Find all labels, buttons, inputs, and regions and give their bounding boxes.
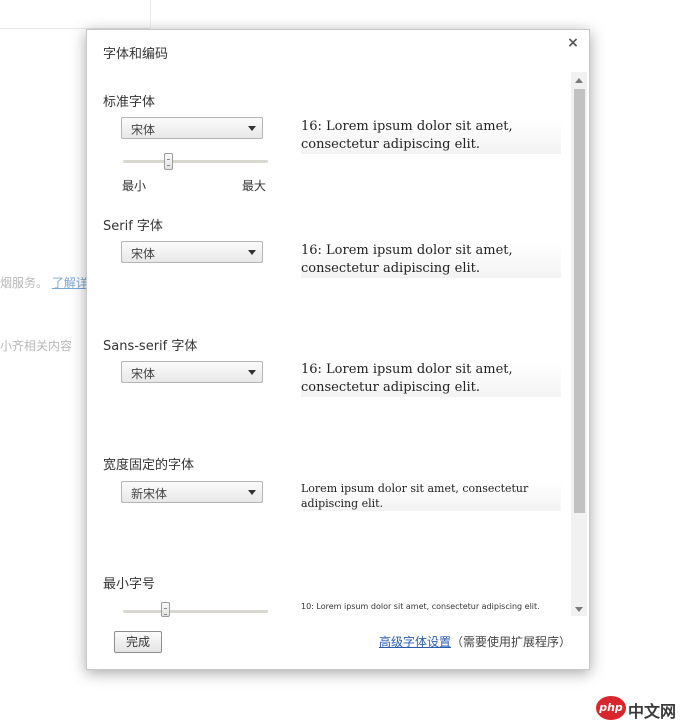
dialog-scrollbar[interactable] xyxy=(571,72,587,616)
font-size-slider[interactable] xyxy=(123,160,268,163)
background-divider-vertical xyxy=(150,0,151,28)
fixed-width-font-select[interactable]: 新宋体 xyxy=(121,481,263,503)
font-size-slider-thumb[interactable] xyxy=(163,153,173,170)
standard-font-value: 宋体 xyxy=(131,123,156,137)
site-watermark: php 中文网 xyxy=(596,696,680,721)
sans-serif-font-preview: 16: Lorem ipsum dolor sit amet, consecte… xyxy=(301,361,561,397)
sans-serif-font-label: Sans-serif 字体 xyxy=(103,339,198,354)
fonts-encoding-dialog: 字体和编码 × 标准字体 宋体 16: Lorem ipsum dolor si… xyxy=(86,29,590,670)
chevron-down-icon xyxy=(248,370,256,375)
background-text-line: 烟服务。 了解详 xyxy=(0,274,88,291)
chevron-down-icon xyxy=(248,250,256,255)
advanced-font-settings-link[interactable]: 高级字体设置 xyxy=(379,635,451,649)
standard-font-label: 标准字体 xyxy=(103,95,156,110)
chevron-down-icon xyxy=(248,490,256,495)
minimum-font-size-label: 最小字号 xyxy=(103,577,156,592)
dialog-title: 字体和编码 xyxy=(103,47,169,62)
serif-font-value: 宋体 xyxy=(131,247,156,261)
serif-font-preview: 16: Lorem ipsum dolor sit amet, consecte… xyxy=(301,242,561,278)
serif-font-select[interactable]: 宋体 xyxy=(121,241,263,263)
fixed-width-font-value: 新宋体 xyxy=(131,487,168,501)
done-button[interactable]: 完成 xyxy=(114,631,162,653)
background-learn-more-link: 了解详 xyxy=(51,276,88,290)
chevron-down-icon xyxy=(248,126,256,131)
slider-max-label: 最大 xyxy=(242,179,267,193)
sans-serif-font-value: 宋体 xyxy=(131,367,156,381)
fixed-width-font-preview: Lorem ipsum dolor sit amet, consectetur … xyxy=(301,481,561,511)
fixed-width-font-label: 宽度固定的字体 xyxy=(103,458,195,473)
scroll-up-icon[interactable] xyxy=(575,78,583,83)
php-logo-icon: php xyxy=(596,696,626,720)
advanced-font-settings: 高级字体设置（需要使用扩展程序） xyxy=(379,633,571,650)
serif-font-label: Serif 字体 xyxy=(103,219,163,234)
advanced-font-settings-note: （需要使用扩展程序） xyxy=(451,635,572,649)
background-text: 小齐相关内容 xyxy=(0,339,73,353)
sans-serif-font-select[interactable]: 宋体 xyxy=(121,361,263,383)
background-text: 烟服务。 xyxy=(0,276,49,290)
scrollbar-thumb[interactable] xyxy=(574,89,585,513)
watermark-text: 中文网 xyxy=(628,702,677,721)
minimum-font-preview: 10: Lorem ipsum dolor sit amet, consecte… xyxy=(301,602,540,611)
standard-font-preview: 16: Lorem ipsum dolor sit amet, consecte… xyxy=(301,118,561,154)
minimum-font-size-slider-thumb[interactable] xyxy=(161,602,171,617)
slider-min-label: 最小 xyxy=(122,179,147,193)
minimum-font-size-slider[interactable] xyxy=(123,610,268,613)
standard-font-select[interactable]: 宋体 xyxy=(121,117,263,139)
scroll-down-icon[interactable] xyxy=(575,607,583,612)
close-icon[interactable]: × xyxy=(566,36,580,50)
